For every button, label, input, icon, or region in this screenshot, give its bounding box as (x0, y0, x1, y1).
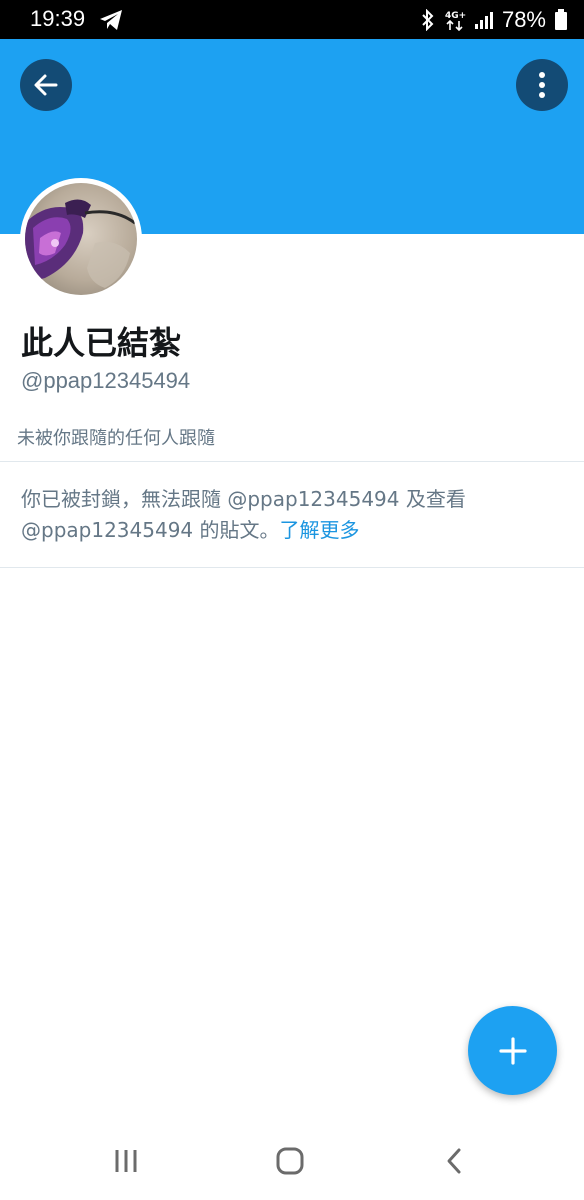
battery-percent: 78% (501, 7, 546, 32)
back-button[interactable] (20, 59, 72, 111)
recents-button[interactable] (106, 1144, 146, 1178)
home-button[interactable] (270, 1144, 310, 1178)
telegram-icon (100, 10, 122, 30)
learn-more-link[interactable]: 了解更多 (280, 518, 360, 542)
blocked-notice-text: 你已被封鎖，無法跟隨 @ppap12345494 及查看 @ppap123454… (21, 487, 466, 542)
profile-handle: @ppap12345494 (21, 368, 191, 393)
battery-icon (555, 9, 567, 30)
more-vertical-icon (539, 72, 545, 98)
system-nav-bar (0, 1120, 584, 1200)
blocked-notice: 你已被封鎖，無法跟隨 @ppap12345494 及查看 @ppap123454… (21, 484, 566, 546)
status-bar: 19:39 4G+ 78% (0, 0, 584, 39)
signal-icon (474, 12, 493, 29)
4g-icon: 4G+ (445, 11, 466, 32)
recents-icon (115, 1150, 137, 1172)
avatar-image (25, 183, 137, 295)
arrow-left-icon (34, 74, 58, 96)
divider (0, 567, 584, 568)
home-icon (276, 1147, 304, 1175)
compose-tweet-button[interactable] (468, 1006, 557, 1095)
avatar[interactable] (20, 178, 142, 300)
svg-text:4G+: 4G+ (445, 11, 466, 21)
system-back-button[interactable] (434, 1144, 474, 1178)
status-time: 19:39 (30, 6, 86, 31)
display-name: 此人已結紮 (21, 324, 182, 362)
divider (0, 461, 584, 462)
more-options-button[interactable] (516, 59, 568, 111)
back-icon (447, 1148, 461, 1174)
followers-you-know-note: 未被你跟隨的任何人跟隨 (17, 428, 215, 449)
plus-icon (498, 1036, 527, 1065)
bluetooth-icon (422, 9, 434, 31)
status-icons: 4G+ 78% (420, 6, 568, 34)
